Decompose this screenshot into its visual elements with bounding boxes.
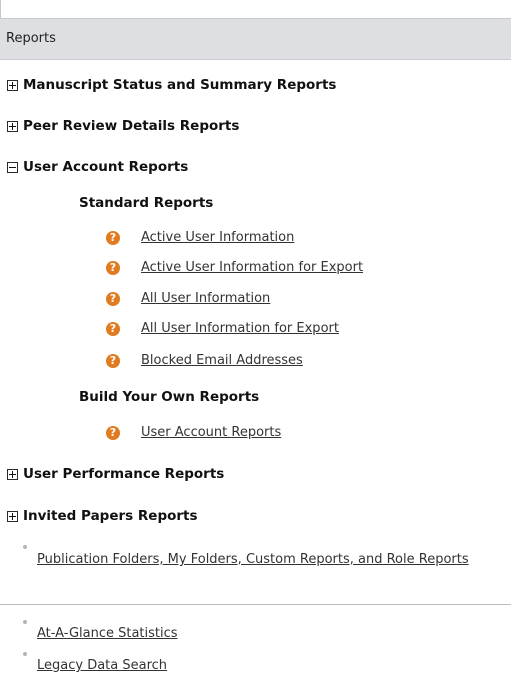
bullet-icon [23, 545, 27, 549]
report-item[interactable]: ? Blocked Email Addresses [106, 353, 303, 368]
section-label[interactable]: Invited Papers Reports [23, 508, 198, 524]
help-icon[interactable]: ? [106, 260, 120, 275]
expand-plus-icon[interactable] [7, 510, 18, 522]
section-label[interactable]: Peer Review Details Reports [23, 118, 239, 134]
publication-folders-link[interactable]: Publication Folders, My Folders, Custom … [37, 552, 487, 568]
reports-header-title: Reports [6, 31, 56, 46]
report-item[interactable]: ? Active User Information [106, 230, 294, 245]
top-border-line [0, 0, 1, 18]
section-label[interactable]: User Account Reports [23, 159, 188, 175]
expand-plus-icon[interactable] [7, 468, 18, 480]
expand-plus-icon[interactable] [7, 79, 18, 91]
help-icon[interactable]: ? [106, 230, 120, 245]
help-icon[interactable]: ? [106, 425, 120, 440]
help-icon[interactable]: ? [106, 353, 120, 368]
section-user-performance[interactable]: User Performance Reports [7, 466, 224, 482]
section-manuscript-status[interactable]: Manuscript Status and Summary Reports [7, 77, 336, 93]
report-item[interactable]: ? User Account Reports [106, 425, 281, 440]
bullet-icon [23, 652, 27, 656]
help-icon[interactable]: ? [106, 291, 120, 306]
bullet-icon [23, 620, 27, 624]
report-link-user-account-reports[interactable]: User Account Reports [141, 425, 281, 440]
report-link-active-user-information-export[interactable]: Active User Information for Export [141, 260, 363, 275]
collapse-minus-icon[interactable] [7, 161, 18, 173]
standard-reports-heading: Standard Reports [79, 195, 214, 211]
expand-plus-icon[interactable] [7, 120, 18, 132]
legacy-data-search-link[interactable]: Legacy Data Search [37, 658, 167, 674]
report-link-all-user-information-export[interactable]: All User Information for Export [141, 321, 339, 336]
report-link-active-user-information[interactable]: Active User Information [141, 230, 294, 245]
section-invited-papers[interactable]: Invited Papers Reports [7, 508, 198, 524]
section-label[interactable]: User Performance Reports [23, 466, 224, 482]
section-divider [0, 604, 511, 605]
help-icon[interactable]: ? [106, 321, 120, 336]
report-link-all-user-information[interactable]: All User Information [141, 291, 270, 306]
section-label[interactable]: Manuscript Status and Summary Reports [23, 77, 336, 93]
reports-header: Reports [0, 18, 511, 60]
report-link-blocked-email-addresses[interactable]: Blocked Email Addresses [141, 353, 303, 368]
report-item[interactable]: ? All User Information for Export [106, 321, 339, 336]
section-user-account[interactable]: User Account Reports [7, 159, 188, 175]
at-a-glance-statistics-link[interactable]: At-A-Glance Statistics [37, 626, 178, 642]
build-your-own-reports-heading: Build Your Own Reports [79, 389, 260, 405]
report-item[interactable]: ? All User Information [106, 291, 270, 306]
report-item[interactable]: ? Active User Information for Export [106, 260, 363, 275]
section-peer-review[interactable]: Peer Review Details Reports [7, 118, 239, 134]
